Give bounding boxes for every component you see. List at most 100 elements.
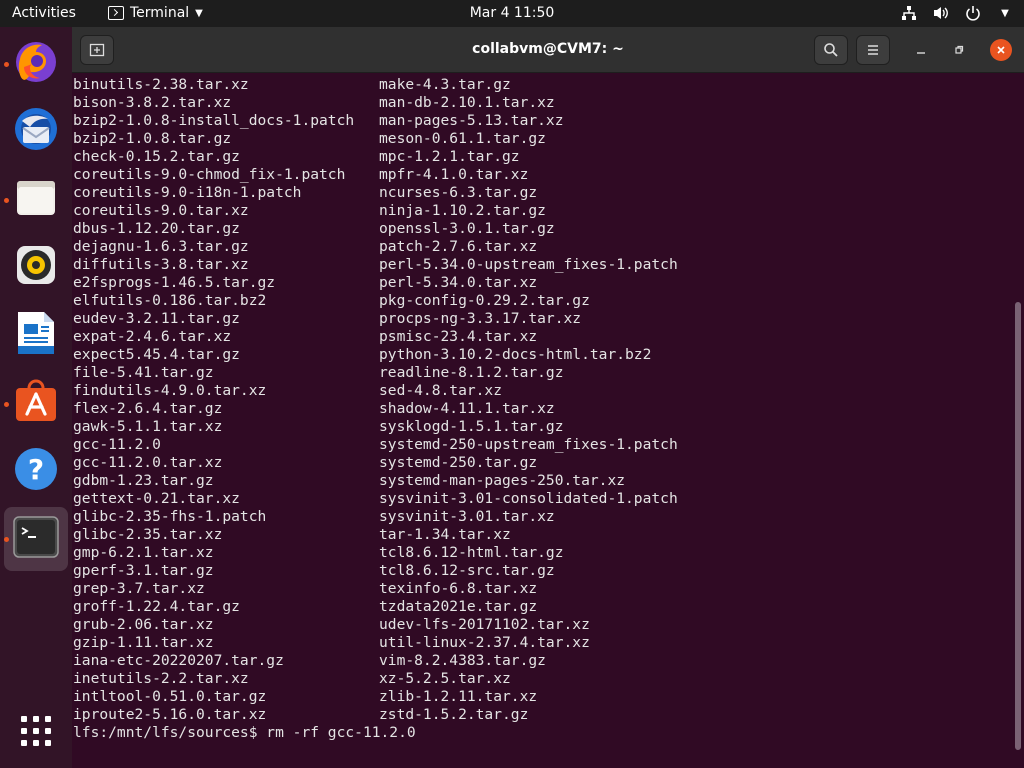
file-name: bzip2-1.0.8.tar.gz <box>73 130 232 147</box>
file-name: expat-2.4.6.tar.xz <box>73 328 232 345</box>
listing-row: gawk-5.1.1.tar.xz sysklogd-1.5.1.tar.gz <box>73 418 1003 436</box>
terminal-output[interactable]: binutils-2.38.tar.xz make-4.3.tar.gz bison… <box>72 74 1024 768</box>
file-name: elfutils-0.186.tar.bz2 <box>73 292 267 309</box>
firefox-icon[interactable] <box>12 37 60 85</box>
thunderbird-icon[interactable] <box>12 105 60 153</box>
file-name: udev-lfs-20171102.tar.xz <box>379 616 590 633</box>
running-indicator <box>4 402 9 407</box>
file-name: dejagnu-1.6.3.tar.gz <box>73 238 249 255</box>
file-name: flex-2.6.4.tar.gz <box>73 400 223 417</box>
listing-row: dbus-1.12.20.tar.gz openssl-3.0.1.tar.gz <box>73 220 1003 238</box>
file-name: binutils-2.38.tar.xz <box>73 76 249 93</box>
file-name: man-pages-5.13.tar.xz <box>379 112 564 129</box>
file-name: make-4.3.tar.gz <box>379 76 511 93</box>
file-name: pkg-config-0.29.2.tar.gz <box>379 292 590 309</box>
file-name: ncurses-6.3.tar.gz <box>379 184 538 201</box>
file-name: python-3.10.2-docs-html.tar.bz2 <box>379 346 652 363</box>
file-name: zstd-1.5.2.tar.gz <box>379 706 529 723</box>
file-name: gperf-3.1.tar.gz <box>73 562 214 579</box>
file-name: ninja-1.10.2.tar.gz <box>379 202 546 219</box>
new-tab-button[interactable] <box>80 35 114 65</box>
file-name: gmp-6.2.1.tar.xz <box>73 544 214 561</box>
close-button[interactable] <box>990 39 1012 61</box>
file-name: perl-5.34.0-upstream_fixes-1.patch <box>379 256 678 273</box>
file-name: gawk-5.1.1.tar.xz <box>73 418 223 435</box>
file-name: gcc-11.2.0 <box>73 436 161 453</box>
file-name: util-linux-2.37.4.tar.xz <box>379 634 590 651</box>
listing-row: intltool-0.51.0.tar.gz zlib-1.2.11.tar.xz <box>73 688 1003 706</box>
volume-icon[interactable] <box>932 4 950 22</box>
listing-row: gzip-1.11.tar.xz util-linux-2.37.4.tar.xz <box>73 634 1003 652</box>
help-icon[interactable]: ? <box>12 445 60 493</box>
listing-row: groff-1.22.4.tar.gz tzdata2021e.tar.gz <box>73 598 1003 616</box>
maximize-button[interactable] <box>948 39 970 61</box>
file-name: sed-4.8.tar.xz <box>379 382 503 399</box>
app-menu[interactable]: Terminal ▼ <box>108 5 203 21</box>
listing-row: gcc-11.2.0.tar.xz systemd-250.tar.gz <box>73 454 1003 472</box>
listing-row: iana-etc-20220207.tar.gz vim-8.2.4383.tar… <box>73 652 1003 670</box>
minimize-icon <box>917 52 925 54</box>
file-name: file-5.41.tar.gz <box>73 364 214 381</box>
file-name: tcl8.6.12-src.tar.gz <box>379 562 555 579</box>
system-tray[interactable]: ▼ <box>900 4 1014 22</box>
listing-row: gperf-3.1.tar.gz tcl8.6.12-src.tar.gz <box>73 562 1003 580</box>
svg-text:?: ? <box>28 453 44 486</box>
file-name: bison-3.8.2.tar.xz <box>73 94 232 111</box>
listing-row: gettext-0.21.tar.xz sysvinit-3.01-consoli… <box>73 490 1003 508</box>
file-name: grep-3.7.tar.xz <box>73 580 205 597</box>
listing-row: eudev-3.2.11.tar.gz procps-ng-3.3.17.tar.… <box>73 310 1003 328</box>
file-name: tcl8.6.12-html.tar.gz <box>379 544 564 561</box>
listing-row: grep-3.7.tar.xz texinfo-6.8.tar.xz <box>73 580 1003 598</box>
listing-row: bison-3.8.2.tar.xz man-db-2.10.1.tar.xz <box>73 94 1003 112</box>
chevron-down-icon: ▼ <box>195 7 203 19</box>
file-name: tzdata2021e.tar.gz <box>379 598 538 615</box>
search-button[interactable] <box>814 35 848 65</box>
listing-row: glibc-2.35-fhs-1.patch sysvinit-3.01.tar.… <box>73 508 1003 526</box>
listing-row: expat-2.4.6.tar.xz psmisc-23.4.tar.xz <box>73 328 1003 346</box>
listing-row: dejagnu-1.6.3.tar.gz patch-2.7.6.tar.xz <box>73 238 1003 256</box>
listing-row: glibc-2.35.tar.xz tar-1.34.tar.xz <box>73 526 1003 544</box>
terminal-app-icon <box>108 6 124 20</box>
power-icon[interactable] <box>964 4 982 22</box>
chevron-down-icon[interactable]: ▼ <box>996 4 1014 22</box>
listing-row: grub-2.06.tar.xz udev-lfs-20171102.tar.xz <box>73 616 1003 634</box>
file-name: xz-5.2.5.tar.xz <box>379 670 511 687</box>
prompt-line[interactable]: lfs:/mnt/lfs/sources$ rm -rf gcc-11.2.0 <box>73 724 416 742</box>
file-name: groff-1.22.4.tar.gz <box>73 598 240 615</box>
file-name: grub-2.06.tar.xz <box>73 616 214 633</box>
terminal-window: collabvm@CVM7: ~ binutils-2.38.tar.xz mak… <box>72 27 1024 768</box>
show-applications-icon[interactable] <box>12 707 60 755</box>
activities-button[interactable]: Activities <box>12 5 76 21</box>
file-name: iana-etc-20220207.tar.gz <box>73 652 284 669</box>
terminal-icon[interactable] <box>12 513 60 561</box>
rhythmbox-icon[interactable] <box>12 241 60 289</box>
file-name: man-db-2.10.1.tar.xz <box>379 94 555 111</box>
listing-row: binutils-2.38.tar.xz make-4.3.tar.gz <box>73 76 1003 94</box>
file-name: mpc-1.2.1.tar.gz <box>379 148 520 165</box>
network-icon[interactable] <box>900 4 918 22</box>
file-name: sysvinit-3.01.tar.xz <box>379 508 555 525</box>
file-name: perl-5.34.0.tar.xz <box>379 274 538 291</box>
ubuntu-software-icon[interactable] <box>12 377 60 425</box>
clock[interactable]: Mar 4 11:50 <box>470 5 555 21</box>
file-name: expect5.45.4.tar.gz <box>73 346 240 363</box>
menu-button[interactable] <box>856 35 890 65</box>
file-name: coreutils-9.0-chmod_fix-1.patch <box>73 166 346 183</box>
file-name: gzip-1.11.tar.xz <box>73 634 214 651</box>
libreoffice-writer-icon[interactable] <box>12 309 60 357</box>
header-bar[interactable]: collabvm@CVM7: ~ <box>72 27 1024 73</box>
file-name: systemd-250-upstream_fixes-1.patch <box>379 436 678 453</box>
listing-row: coreutils-9.0-i18n-1.patch ncurses-6.3.ta… <box>73 184 1003 202</box>
file-name: texinfo-6.8.tar.xz <box>379 580 538 597</box>
close-icon <box>997 46 1005 54</box>
file-name: intltool-0.51.0.tar.gz <box>73 688 267 705</box>
scrollbar[interactable] <box>1015 302 1021 750</box>
file-name: systemd-250.tar.gz <box>379 454 538 471</box>
listing-row: bzip2-1.0.8-install_docs-1.patch man-page… <box>73 112 1003 130</box>
minimize-button[interactable] <box>910 39 932 61</box>
file-name: vim-8.2.4383.tar.gz <box>379 652 546 669</box>
file-name: readline-8.1.2.tar.gz <box>379 364 564 381</box>
files-icon[interactable] <box>12 173 60 221</box>
listing-row: check-0.15.2.tar.gz mpc-1.2.1.tar.gz <box>73 148 1003 166</box>
file-name: gcc-11.2.0.tar.xz <box>73 454 223 471</box>
